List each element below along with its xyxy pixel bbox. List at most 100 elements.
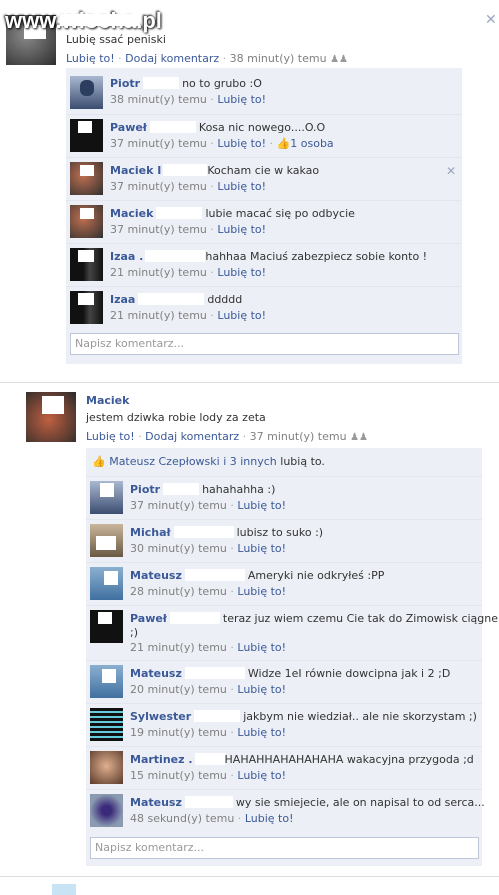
- like-link[interactable]: Lubię to!: [217, 93, 266, 106]
- comment-author[interactable]: Mateusz: [130, 667, 182, 680]
- avatar[interactable]: [70, 248, 103, 281]
- likes-suffix: lubią to.: [280, 455, 325, 468]
- people-icon: ♟♟: [330, 54, 348, 65]
- likers-link[interactable]: Mateusz Czepłowski i 3 innych: [109, 455, 277, 468]
- post-time[interactable]: 37 minut(y) temu: [250, 430, 347, 443]
- like-link[interactable]: Lubię to!: [237, 769, 286, 782]
- avatar[interactable]: [90, 567, 123, 600]
- avatar[interactable]: [90, 481, 123, 514]
- avatar[interactable]: [90, 708, 123, 741]
- close-icon[interactable]: ✕: [446, 164, 456, 178]
- comment-text: jakbym nie wiedział.. ale nie skorzystam…: [243, 710, 477, 723]
- comment-author[interactable]: Martinez .: [130, 753, 193, 766]
- add-comment-link[interactable]: Dodaj komentarz: [145, 430, 239, 443]
- avatar[interactable]: [26, 392, 76, 442]
- comment-text: no to grubo :O: [182, 77, 262, 90]
- avatar[interactable]: [90, 610, 123, 643]
- close-icon[interactable]: ✕: [485, 12, 497, 28]
- avatar[interactable]: [70, 76, 103, 109]
- like-link[interactable]: Lubię to!: [217, 223, 266, 236]
- comment: Izaa ddddd 21 minut(y) temu · Lubię to!: [66, 286, 462, 329]
- avatar[interactable]: [90, 524, 123, 557]
- like-link[interactable]: Lubię to!: [86, 430, 135, 443]
- people-icon: ♟♟: [350, 432, 368, 443]
- avatar[interactable]: [70, 162, 103, 195]
- comments-section: Piotr no to grubo :O 38 minut(y) temu · L…: [66, 68, 462, 364]
- avatar[interactable]: [70, 119, 103, 152]
- likes-count[interactable]: 1 osoba: [290, 137, 333, 150]
- like-link[interactable]: Lubię to!: [237, 683, 286, 696]
- comment-author[interactable]: Maciek I: [110, 164, 161, 177]
- like-link[interactable]: Lubię to!: [217, 180, 266, 193]
- comment-input[interactable]: Napisz komentarz...: [90, 837, 479, 859]
- next-post-avatar[interactable]: [52, 884, 76, 895]
- post-text: jestem dziwka robie lody za zeta: [86, 411, 266, 424]
- comment: Piotr hahahahha :) 37 minut(y) temu · Lub…: [86, 476, 482, 519]
- thumbs-up-icon: 👍: [92, 455, 106, 468]
- likes-bar: 👍 Mateusz Czepłowski i 3 innych lubią to…: [92, 455, 325, 468]
- comment-author[interactable]: Maciek: [110, 207, 153, 220]
- comment-time[interactable]: 37 minut(y) temu: [110, 137, 207, 150]
- like-link[interactable]: Lubię to!: [217, 309, 266, 322]
- comment-text: Kocham cie w kakao: [207, 164, 320, 177]
- comment: Mateusz Widze 1eI równie dowcipna jak i 2…: [86, 660, 482, 703]
- post-actions: Lubię to! · Dodaj komentarz · 38 minut(y…: [66, 52, 348, 65]
- comment-time[interactable]: 28 minut(y) temu: [130, 585, 227, 598]
- like-link[interactable]: Lubię to!: [66, 52, 115, 65]
- comment-author[interactable]: Piotr: [130, 483, 160, 496]
- comment-author[interactable]: Michał: [130, 526, 171, 539]
- comment-author[interactable]: Izaa: [110, 293, 135, 306]
- add-comment-link[interactable]: Dodaj komentarz: [125, 52, 219, 65]
- like-link[interactable]: Lubię to!: [237, 585, 286, 598]
- like-link[interactable]: Lubię to!: [217, 137, 266, 150]
- like-link[interactable]: Lubię to!: [237, 641, 286, 654]
- comment-author[interactable]: Mateusz: [130, 796, 182, 809]
- like-link[interactable]: Lubię to!: [237, 726, 286, 739]
- comment: Martinez . HAHAHHAHAHAHAHA wakacyjna przy…: [86, 746, 482, 789]
- comment-text: hahahahha :): [202, 483, 276, 496]
- comment-time[interactable]: 21 minut(y) temu: [130, 641, 227, 654]
- comment: Michał lubisz to suko :) 30 minut(y) temu…: [86, 519, 482, 562]
- comment-author[interactable]: Sylwester: [130, 710, 191, 723]
- comment-input[interactable]: Napisz komentarz...: [70, 333, 459, 355]
- like-link[interactable]: Lubię to!: [245, 812, 294, 825]
- comment-author[interactable]: Paweł: [110, 121, 147, 134]
- avatar[interactable]: [90, 665, 123, 698]
- comment: Paweł teraz juz wiem czemu Cie tak do Zim…: [86, 605, 499, 660]
- comment: Maciek lubie macać się po odbycie 37 minu…: [66, 200, 462, 243]
- comment-text: Ameryki nie odkryłeś :PP: [247, 569, 385, 582]
- post-actions: Lubię to! · Dodaj komentarz · 37 minut(y…: [86, 430, 368, 443]
- avatar[interactable]: [90, 794, 123, 827]
- comment-text: teraz juz wiem czemu Cie tak do Zimowisk…: [222, 612, 499, 625]
- comment: Izaa . hahhaa Maciuś zabezpiecz sobie kon…: [66, 243, 462, 286]
- post-text: Lubię ssać peniski: [66, 33, 166, 46]
- comment-time[interactable]: 19 minut(y) temu: [130, 726, 227, 739]
- comment-time[interactable]: 15 minut(y) temu: [130, 769, 227, 782]
- comment-author[interactable]: Paweł: [130, 612, 167, 625]
- avatar[interactable]: [70, 205, 103, 238]
- like-link[interactable]: Lubię to!: [217, 266, 266, 279]
- comment-text: HAHAHHAHAHAHAHA wakacyjna przygoda ;d: [224, 753, 474, 766]
- comment-time[interactable]: 37 minut(y) temu: [110, 223, 207, 236]
- comment-time[interactable]: 48 sekund(y) temu: [130, 812, 234, 825]
- comment-author[interactable]: Mateusz: [130, 569, 182, 582]
- comment-time[interactable]: 21 minut(y) temu: [110, 309, 207, 322]
- post-author[interactable]: Maciek: [86, 394, 129, 407]
- comment-author[interactable]: Piotr: [110, 77, 140, 90]
- like-link[interactable]: Lubię to!: [237, 542, 286, 555]
- comment-time[interactable]: 37 minut(y) temu: [130, 499, 227, 512]
- comment-text: Widze 1eI równie dowcipna jak i 2 ;D: [247, 667, 451, 680]
- comment-time[interactable]: 38 minut(y) temu: [110, 93, 207, 106]
- comment-author[interactable]: Izaa .: [110, 250, 143, 263]
- avatar[interactable]: [90, 751, 123, 784]
- comment: Maciek I Kocham cie w kakao 37 minut(y) t…: [66, 157, 462, 200]
- comment-text: hahhaa Maciuś zabezpiecz sobie konto !: [205, 250, 428, 263]
- post-time[interactable]: 38 minut(y) temu: [230, 52, 327, 65]
- comment-text-cont: ;): [130, 626, 138, 639]
- comment-time[interactable]: 37 minut(y) temu: [110, 180, 207, 193]
- comment-time[interactable]: 21 minut(y) temu: [110, 266, 207, 279]
- like-link[interactable]: Lubię to!: [237, 499, 286, 512]
- comment-time[interactable]: 20 minut(y) temu: [130, 683, 227, 696]
- comment-time[interactable]: 30 minut(y) temu: [130, 542, 227, 555]
- avatar[interactable]: [70, 291, 103, 324]
